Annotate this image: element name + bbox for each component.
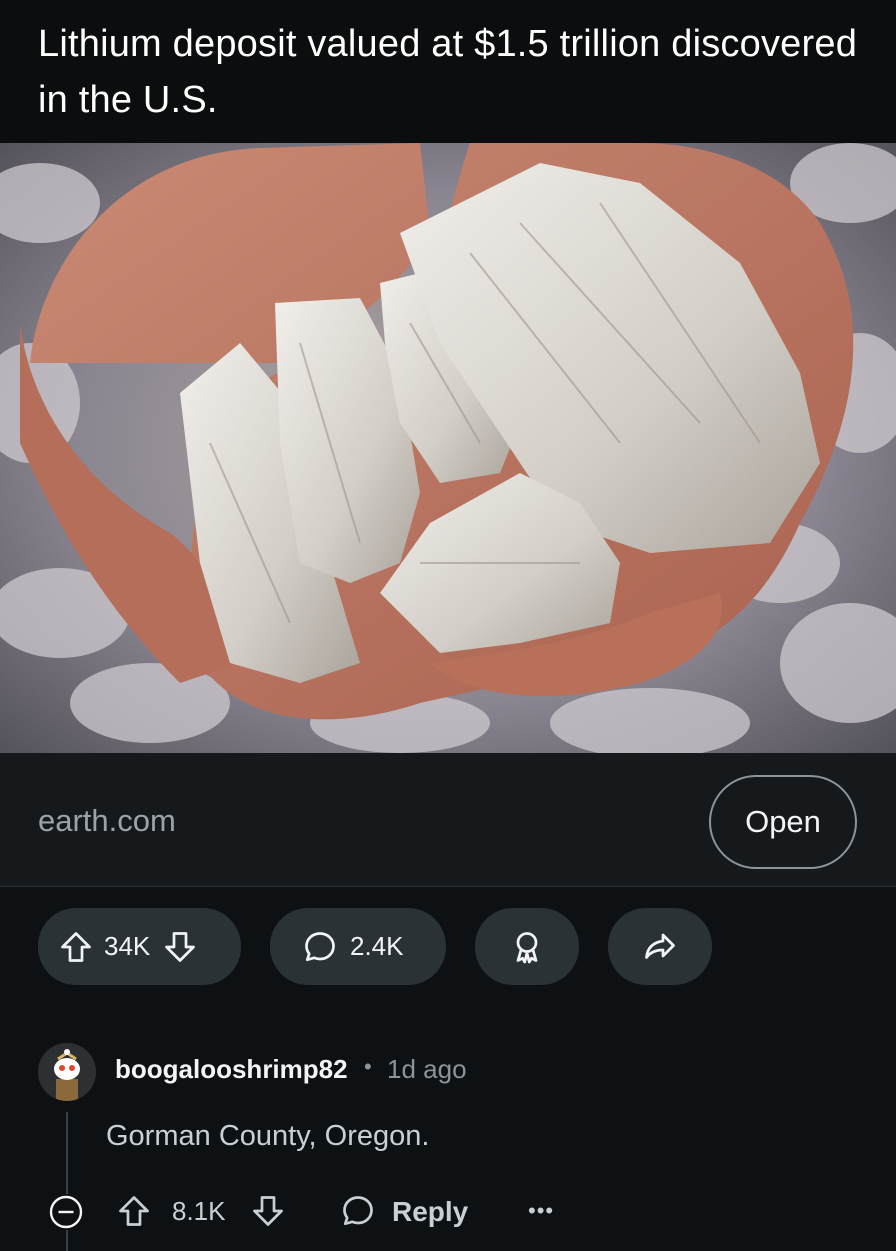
share-button[interactable] xyxy=(608,908,712,985)
link-domain[interactable]: earth.com xyxy=(38,803,176,839)
comment-actions: 8.1K Reply ••• xyxy=(0,1188,896,1238)
share-arrow-icon xyxy=(642,929,678,965)
post-actions: 34K 2.4K xyxy=(0,908,896,985)
vote-count: 34K xyxy=(104,931,151,961)
link-preview-bar[interactable]: earth.com Open xyxy=(0,753,896,887)
comment-upvote-icon[interactable] xyxy=(116,1193,152,1234)
comments-button[interactable]: 2.4K xyxy=(270,908,446,985)
collapse-minus-icon xyxy=(49,1195,83,1229)
post-image[interactable] xyxy=(0,143,896,753)
post-title[interactable]: Lithium deposit valued at $1.5 trillion … xyxy=(38,16,858,128)
meta-separator: • xyxy=(364,1054,372,1079)
comment-vote-count: 8.1K xyxy=(172,1196,226,1226)
collapse-thread-button[interactable] xyxy=(48,1194,84,1230)
comment-bubble-icon xyxy=(302,929,338,965)
award-icon xyxy=(509,929,545,965)
snoo-avatar-icon xyxy=(38,1043,96,1101)
comment-age: 1d ago xyxy=(387,1054,467,1084)
comment: boogalooshrimp82 • 1d ago Gorman County,… xyxy=(0,1040,896,1251)
comment-downvote-icon[interactable] xyxy=(250,1193,286,1234)
more-options-icon[interactable]: ••• xyxy=(528,1198,554,1224)
reply-bubble-icon[interactable] xyxy=(340,1193,376,1234)
avatar[interactable] xyxy=(38,1043,96,1101)
downvote-icon[interactable] xyxy=(162,929,198,965)
open-link-button[interactable]: Open xyxy=(709,775,857,869)
comments-count: 2.4K xyxy=(350,931,404,961)
comment-author[interactable]: boogalooshrimp82 xyxy=(115,1054,348,1085)
reply-button[interactable]: Reply xyxy=(392,1196,468,1228)
comment-body: Gorman County, Oregon. xyxy=(106,1120,430,1152)
award-button[interactable] xyxy=(475,908,579,985)
post-header: Lithium deposit valued at $1.5 trillion … xyxy=(0,0,896,143)
lithium-ore-photo xyxy=(0,143,896,753)
upvote-icon[interactable] xyxy=(58,929,94,965)
vote-pill: 34K xyxy=(38,908,241,985)
